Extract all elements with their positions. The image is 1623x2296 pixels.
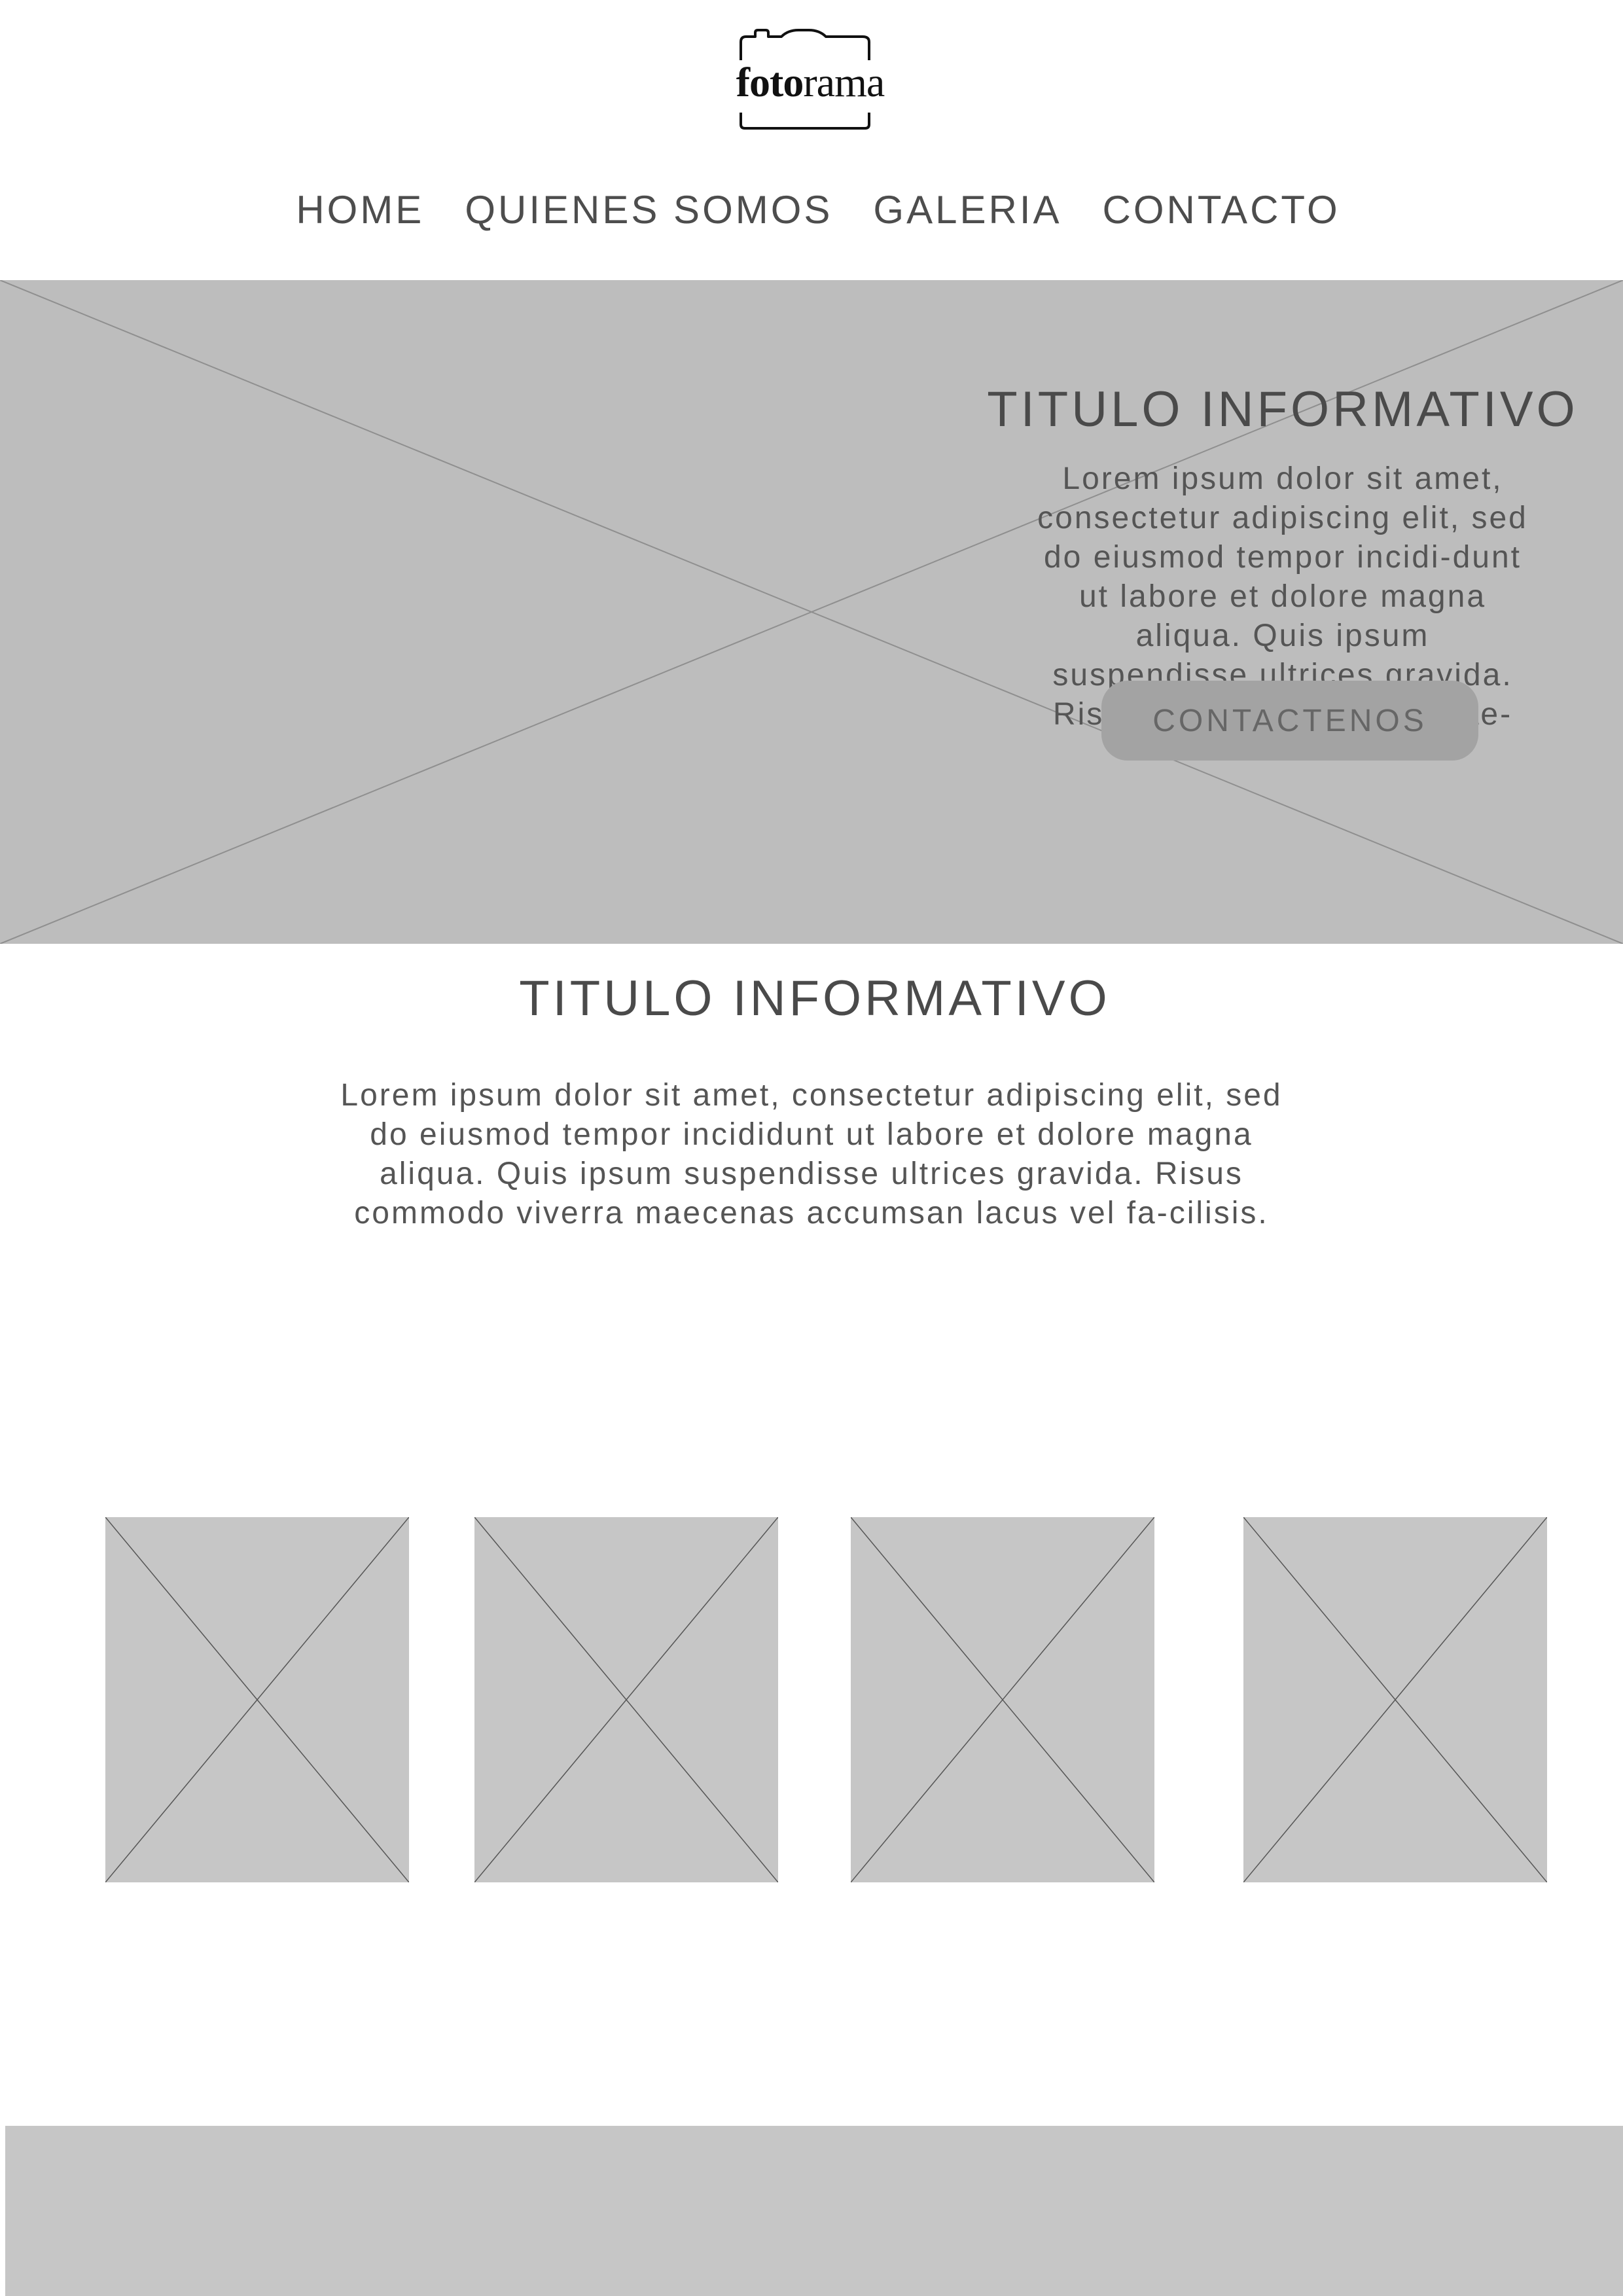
- main-nav: HOME QUIENES SOMOS GALERIA CONTACTO: [0, 183, 1623, 236]
- nav-item-quienes-somos[interactable]: QUIENES SOMOS: [465, 187, 832, 232]
- gallery-image-2[interactable]: [474, 1517, 778, 1882]
- nav-item-home[interactable]: HOME: [296, 187, 424, 232]
- image-placeholder-icon: [474, 1517, 778, 1882]
- footer: [5, 2126, 1623, 2296]
- section-text: Lorem ipsum dolor sit amet, consectetur …: [340, 1078, 1283, 1230]
- logo-text-regular: rama: [803, 59, 885, 105]
- hero-banner: TITULO INFORMATIVO Lorem ipsum dolor sit…: [0, 280, 1623, 944]
- fotorama-logo[interactable]: fotorama: [732, 26, 889, 137]
- section-title: TITULO INFORMATIVO: [519, 971, 1111, 1026]
- nav-item-galeria[interactable]: GALERIA: [873, 187, 1061, 232]
- nav-item-contacto[interactable]: CONTACTO: [1103, 187, 1340, 232]
- logo-text-bold: foto: [736, 59, 804, 105]
- contact-button[interactable]: CONTACTENOS: [1101, 681, 1478, 761]
- gallery-image-4[interactable]: [1243, 1517, 1547, 1882]
- image-placeholder-icon: [105, 1517, 409, 1882]
- logo-wordmark: fotorama: [732, 62, 889, 103]
- image-placeholder-icon: [851, 1517, 1154, 1882]
- hero-title: TITULO INFORMATIVO: [987, 382, 1578, 437]
- image-placeholder-icon: [1243, 1517, 1547, 1882]
- gallery-image-1[interactable]: [105, 1517, 409, 1882]
- gallery-image-3[interactable]: [851, 1517, 1154, 1882]
